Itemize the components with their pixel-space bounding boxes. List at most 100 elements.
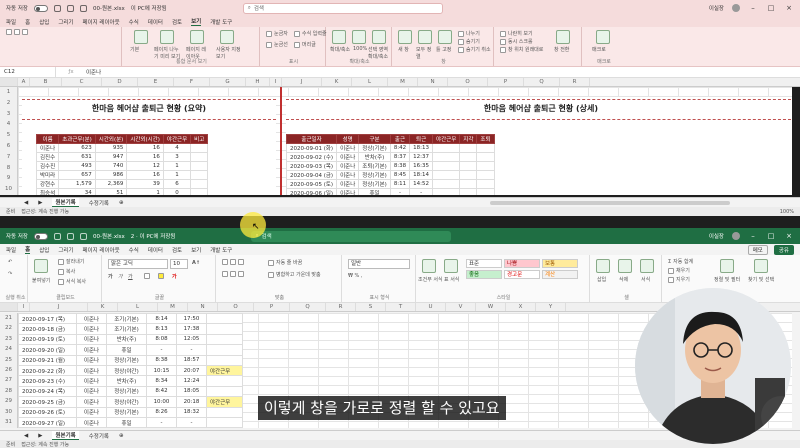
add-sheet-icon[interactable]: ⊕ xyxy=(119,433,124,439)
column-header[interactable]: O xyxy=(448,78,488,86)
table-cell[interactable]: 강현수 xyxy=(35,179,60,189)
table-cell[interactable]: 이준나 xyxy=(336,179,360,189)
menu-tab[interactable]: 삽입 xyxy=(39,18,49,26)
column-header[interactable]: L xyxy=(352,78,388,86)
zoom-100-icon[interactable] xyxy=(352,30,366,44)
table-cell[interactable] xyxy=(459,143,478,153)
table-cell[interactable]: 740 xyxy=(94,161,128,171)
formula-input[interactable]: 이준나 xyxy=(86,68,101,76)
table-cell[interactable]: 이준나 xyxy=(76,333,107,346)
row-header[interactable]: 25 xyxy=(0,355,17,365)
avatar[interactable] xyxy=(732,4,740,12)
table-cell[interactable]: - xyxy=(146,344,177,356)
align-top-icon[interactable] xyxy=(222,259,244,265)
table-cell[interactable]: - xyxy=(409,188,434,195)
table-cell[interactable]: 12:05 xyxy=(176,333,207,346)
column-header[interactable]: I xyxy=(270,78,282,86)
table-format-button[interactable]: 표 서식 xyxy=(444,276,459,283)
border-button[interactable] xyxy=(144,273,150,279)
table-cell[interactable]: 2,369 xyxy=(94,179,128,189)
table-cell[interactable]: 18:05 xyxy=(176,385,207,398)
row-header[interactable]: 23 xyxy=(0,334,17,344)
tab-nav-left-icon[interactable]: ◀ xyxy=(24,433,28,439)
autosave-toggle[interactable] xyxy=(34,4,48,12)
delete-cells-icon[interactable] xyxy=(618,259,632,273)
bold-button[interactable]: 가 xyxy=(108,273,113,280)
switch-window-button[interactable]: 창 전환 xyxy=(554,46,576,53)
table-cell[interactable] xyxy=(432,179,461,189)
switch-window-icon[interactable] xyxy=(556,30,570,44)
column-header[interactable]: X xyxy=(506,303,536,311)
column-header[interactable]: B xyxy=(30,78,62,86)
menu-tab[interactable]: 수식 xyxy=(129,18,139,26)
format-cells-button[interactable]: 서식 xyxy=(641,276,650,283)
menu-tab[interactable]: 데이터 xyxy=(148,18,163,26)
paste-icon[interactable] xyxy=(34,259,48,273)
table-cell[interactable] xyxy=(206,354,243,366)
tab-nav-right-icon[interactable]: ▶ xyxy=(38,200,42,206)
table-cell[interactable]: 정상(기본) xyxy=(106,354,147,366)
table-cell[interactable]: 2020-09-06 (일) xyxy=(285,188,338,195)
table-cell[interactable]: 이준나 xyxy=(76,344,107,356)
table-cell[interactable]: 휴일 xyxy=(106,416,147,428)
new-window-button[interactable]: 새 창 xyxy=(398,46,409,53)
number-format-select[interactable]: 일반 xyxy=(348,259,410,269)
menu-tab[interactable]: 페이지 레이아웃 xyxy=(83,18,120,26)
column-header[interactable]: C xyxy=(62,78,102,86)
column-header[interactable]: N xyxy=(188,303,218,311)
redo-button[interactable]: ↷ xyxy=(8,271,12,277)
currency-icon[interactable]: ₩ % , xyxy=(348,273,362,279)
sort-filter-button[interactable]: 정렬 및 필터 xyxy=(714,276,742,283)
fill-color-button[interactable] xyxy=(158,273,164,279)
zoom-level[interactable]: 100% xyxy=(780,209,794,215)
table-cell[interactable] xyxy=(432,161,461,171)
table-cell[interactable]: 8:14 xyxy=(146,313,177,325)
row-header[interactable]: 29 xyxy=(0,396,17,406)
table-cell[interactable]: 휴일 xyxy=(358,188,391,195)
table-cell[interactable]: 2020-09-02 (수) xyxy=(285,152,338,162)
table-cell[interactable] xyxy=(190,161,209,171)
column-header[interactable]: W xyxy=(476,303,506,311)
search-input[interactable]: ⌕ 검색 xyxy=(242,2,443,14)
column-header[interactable]: K xyxy=(322,78,352,86)
column-header[interactable]: J xyxy=(282,78,322,86)
autosave-toggle[interactable] xyxy=(34,232,48,240)
macro-icon[interactable] xyxy=(596,30,610,44)
format-cells-icon[interactable] xyxy=(640,259,654,273)
table-cell[interactable]: 반차(주) xyxy=(106,333,147,346)
table-cell[interactable]: 8:45 xyxy=(389,170,411,180)
table-cell[interactable]: 12:24 xyxy=(176,375,207,387)
menu-tab[interactable]: 파일 xyxy=(6,246,16,254)
table-cell[interactable]: 51 xyxy=(94,188,128,195)
table-cell[interactable] xyxy=(432,152,461,162)
table-cell[interactable]: 2020-09-22 (화) xyxy=(18,364,77,377)
accessibility-status[interactable]: 접근성: 계속 진행 가능 xyxy=(21,441,69,448)
tab-nav-left-icon[interactable]: ◀ xyxy=(24,200,28,206)
table-cell[interactable]: - xyxy=(389,188,411,195)
insert-cells-icon[interactable] xyxy=(596,259,610,273)
row-header[interactable]: 26 xyxy=(0,365,17,375)
table-cell[interactable] xyxy=(432,143,461,153)
font-color-button[interactable]: 가 xyxy=(172,273,177,280)
page-break-icon[interactable] xyxy=(160,30,174,44)
menu-tab[interactable]: 홈 xyxy=(25,245,31,254)
column-header[interactable]: I xyxy=(18,303,30,311)
increase-font-icon[interactable]: A↑ xyxy=(192,260,200,266)
table-cell[interactable]: 반차(주) xyxy=(106,375,147,387)
italic-button[interactable]: 가 xyxy=(118,273,123,280)
table-cell[interactable]: 이준나 xyxy=(76,375,107,387)
style-normal[interactable]: 표준 xyxy=(466,259,502,268)
copy-button[interactable]: 복사 xyxy=(58,268,75,275)
table-cell[interactable]: 이준나 xyxy=(336,170,360,180)
table-cell[interactable]: 8:37 xyxy=(389,152,411,162)
conditional-format-button[interactable]: 조건부 서식 xyxy=(418,276,444,283)
align-left-icon[interactable] xyxy=(222,271,244,277)
table-cell[interactable]: 2020-09-17 (목) xyxy=(18,313,77,325)
row-header[interactable]: 4 xyxy=(0,119,17,130)
row-header[interactable]: 27 xyxy=(0,375,17,385)
sort-filter-icon[interactable] xyxy=(720,259,734,273)
column-header[interactable]: O xyxy=(218,303,254,311)
column-header[interactable]: P xyxy=(488,78,524,86)
column-header[interactable]: A xyxy=(18,78,30,86)
night-shift-cell[interactable]: 야간근무 xyxy=(206,396,243,408)
